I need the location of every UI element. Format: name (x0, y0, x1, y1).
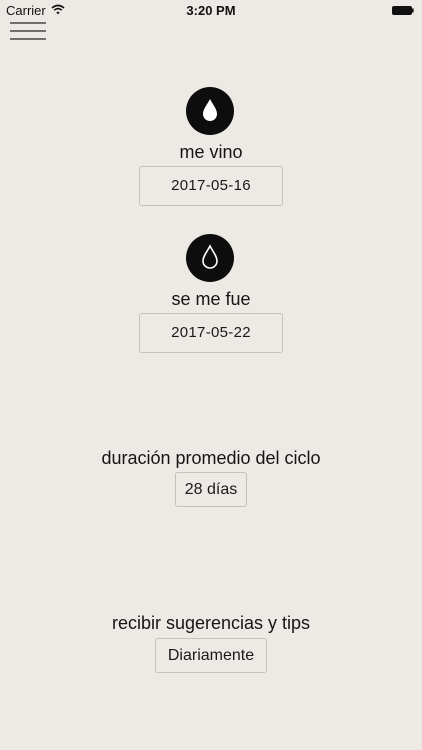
menu-bar-line (10, 38, 46, 40)
menu-bar-line (10, 22, 46, 24)
cycle-length-label: duración promedio del ciclo (101, 448, 321, 468)
period-start-label: me vino (179, 142, 243, 162)
period-end-date-button[interactable]: 2017-05-22 (139, 313, 283, 353)
tips-frequency-label: recibir sugerencias y tips (111, 613, 311, 633)
period-end-label: se me fue (171, 289, 251, 309)
filled-drop-icon (186, 87, 234, 135)
battery-icon (392, 6, 414, 15)
tips-frequency-button[interactable]: Diariamente (155, 638, 267, 673)
hamburger-menu-button[interactable] (10, 22, 46, 42)
outline-drop-icon (186, 234, 234, 282)
cycle-length-button[interactable]: 28 días (175, 472, 247, 507)
menu-bar-line (10, 30, 46, 32)
period-start-date-button[interactable]: 2017-05-16 (139, 166, 283, 206)
status-time: 3:20 PM (186, 3, 236, 18)
status-bar: Carrier 3:20 PM (0, 0, 422, 22)
